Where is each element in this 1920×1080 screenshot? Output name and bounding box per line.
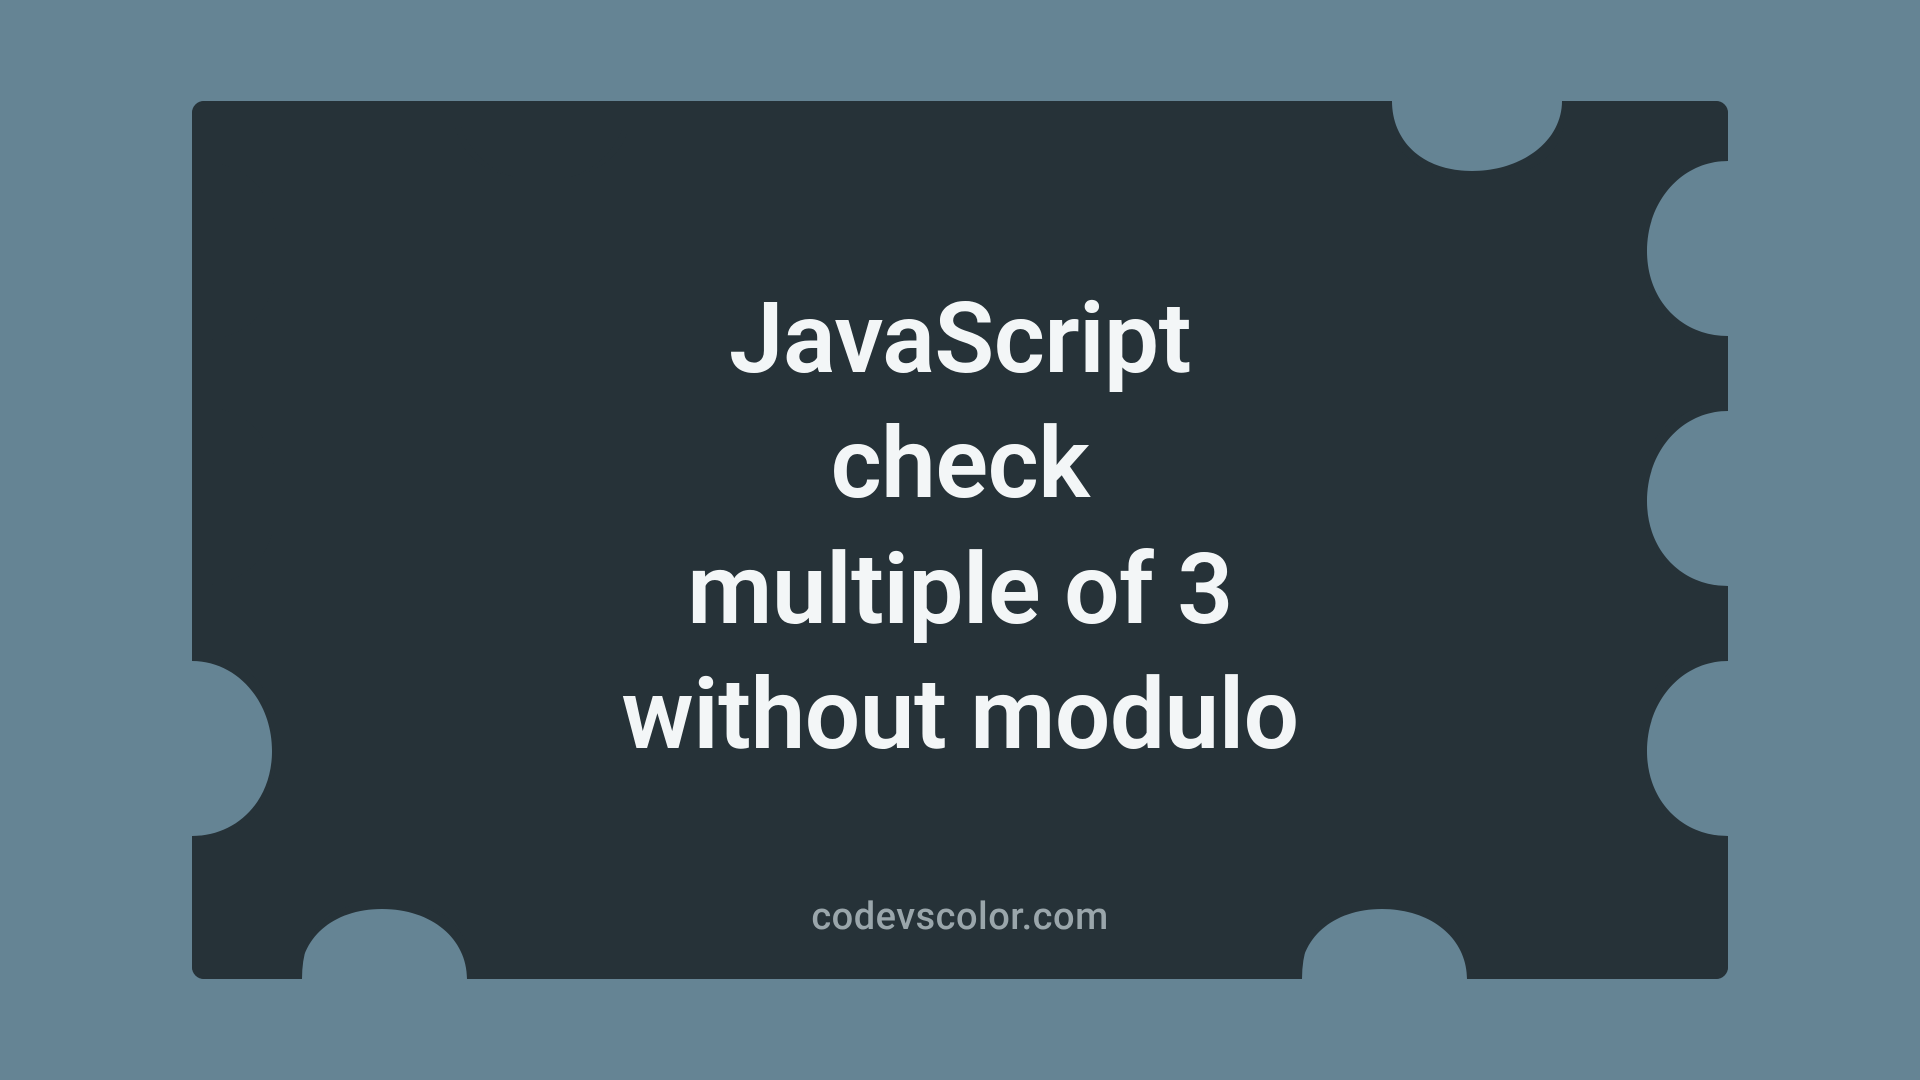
title-line-3: multiple of 3	[192, 527, 1728, 652]
title-line-1: JavaScript	[192, 276, 1728, 401]
banner-card: JavaScript check multiple of 3 without m…	[192, 101, 1728, 979]
title-line-4: without modulo	[192, 652, 1728, 777]
page-background: JavaScript check multiple of 3 without m…	[0, 0, 1920, 1080]
banner-title: JavaScript check multiple of 3 without m…	[192, 276, 1728, 778]
site-credit: codevscolor.com	[192, 895, 1728, 939]
title-line-2: check	[192, 401, 1728, 526]
